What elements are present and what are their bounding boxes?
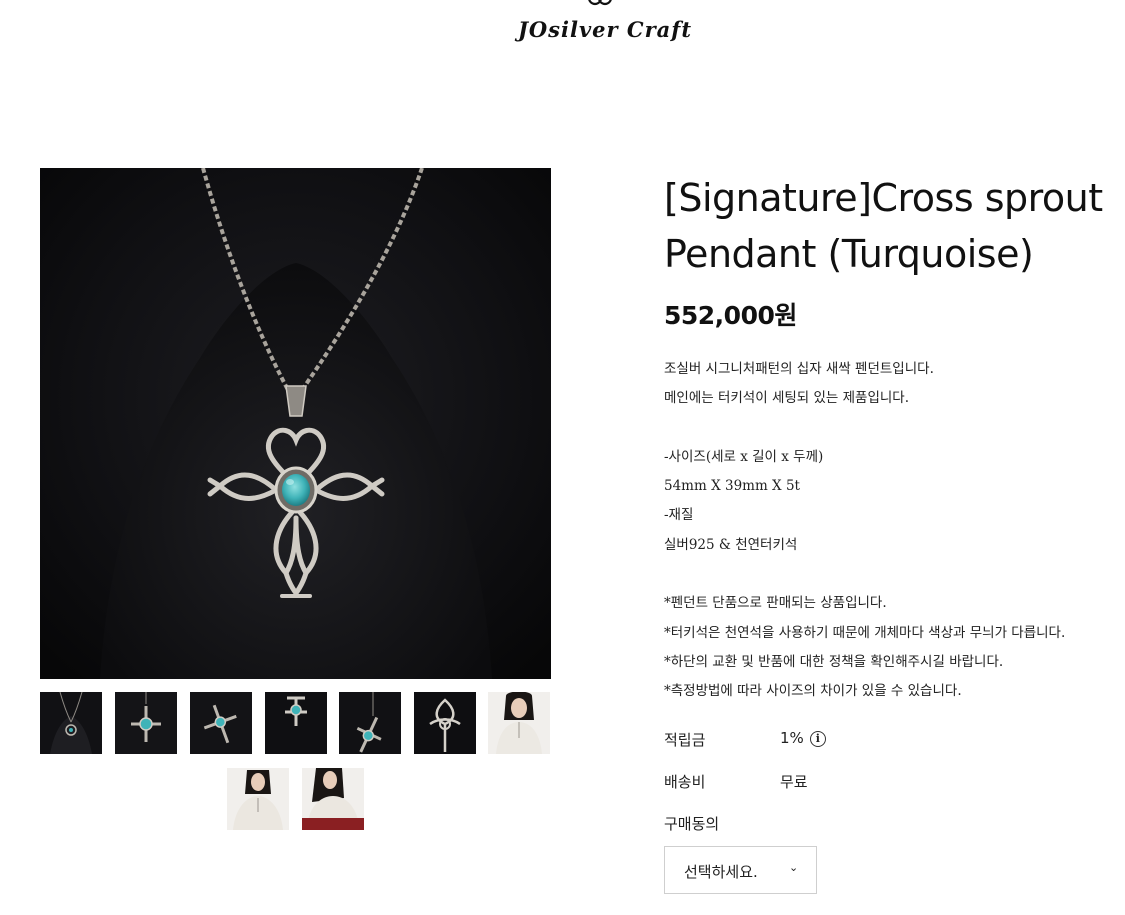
description-line — [664, 414, 1124, 443]
logo-mark-icon — [588, 0, 612, 6]
description-line: -재질 — [664, 507, 694, 524]
thumbnail-5[interactable] — [339, 692, 401, 754]
description-line: *측정방법에 따라 사이즈의 차이가 있을 수 있습니다. — [664, 683, 962, 700]
product-description: 조실버 시그니처패턴의 십자 새싹 펜던트입니다. 메인에는 터키석이 세팅되 … — [664, 355, 1124, 707]
main-product-image[interactable] — [40, 168, 551, 679]
info-icon[interactable]: i — [809, 730, 826, 747]
thumbnail-9[interactable] — [302, 768, 364, 830]
description-line — [664, 560, 1124, 589]
select-value: 선택하세요. — [684, 863, 758, 881]
description-line: -사이즈(세로 x 길이 x 두께) — [664, 448, 824, 465]
points-label: 적립금 — [664, 731, 706, 749]
thumbnail-3[interactable] — [190, 692, 252, 754]
agreement-label: 구매동의 — [664, 815, 720, 833]
product-title-line-2: Pendant (Turquoise) — [664, 232, 1034, 276]
thumbnail-4[interactable] — [265, 692, 327, 754]
logo-text: JOsilver Craft — [517, 17, 693, 42]
thumbnail-7[interactable] — [488, 692, 550, 754]
thumbnail-8[interactable] — [227, 768, 289, 830]
agreement-select[interactable]: 선택하세요. ⌄ — [664, 846, 817, 894]
product-title: [Signature]Cross sprout Pendant (Turquoi… — [664, 170, 1114, 282]
description-line: *펜던트 단품으로 판매되는 상품입니다. — [664, 595, 887, 612]
points-value: 1% — [780, 729, 804, 747]
description-line: 실버925 & 천연터키석 — [664, 536, 798, 553]
description-line: 조실버 시그니처패턴의 십자 새싹 펜던트입니다. — [664, 361, 934, 377]
thumbnail-6[interactable] — [414, 692, 476, 754]
description-line: 메인에는 터키석이 세팅되 있는 제품입니다. — [664, 390, 910, 407]
shipping-label: 배송비 — [664, 773, 706, 791]
description-line: *하단의 교환 및 반품에 대한 정책을 확인해주시길 바랍니다. — [664, 653, 1004, 670]
thumbnail-1[interactable] — [40, 692, 102, 754]
thumbnail-2[interactable] — [115, 692, 177, 754]
description-line: 54mm X 39mm X 5t — [664, 478, 800, 495]
shipping-value: 무료 — [780, 773, 808, 791]
description-line: *터키석은 천연석을 사용하기 때문에 개체마다 색상과 무늬가 다릅니다. — [664, 624, 1066, 641]
product-price: 552,000원 — [664, 301, 797, 330]
chevron-down-icon: ⌄ — [789, 861, 799, 874]
product-title-line-1: [Signature]Cross sprout — [664, 176, 1103, 220]
points-value-row: 1% i — [780, 729, 826, 747]
brand-logo[interactable]: JOsilver Craft — [470, 0, 740, 50]
